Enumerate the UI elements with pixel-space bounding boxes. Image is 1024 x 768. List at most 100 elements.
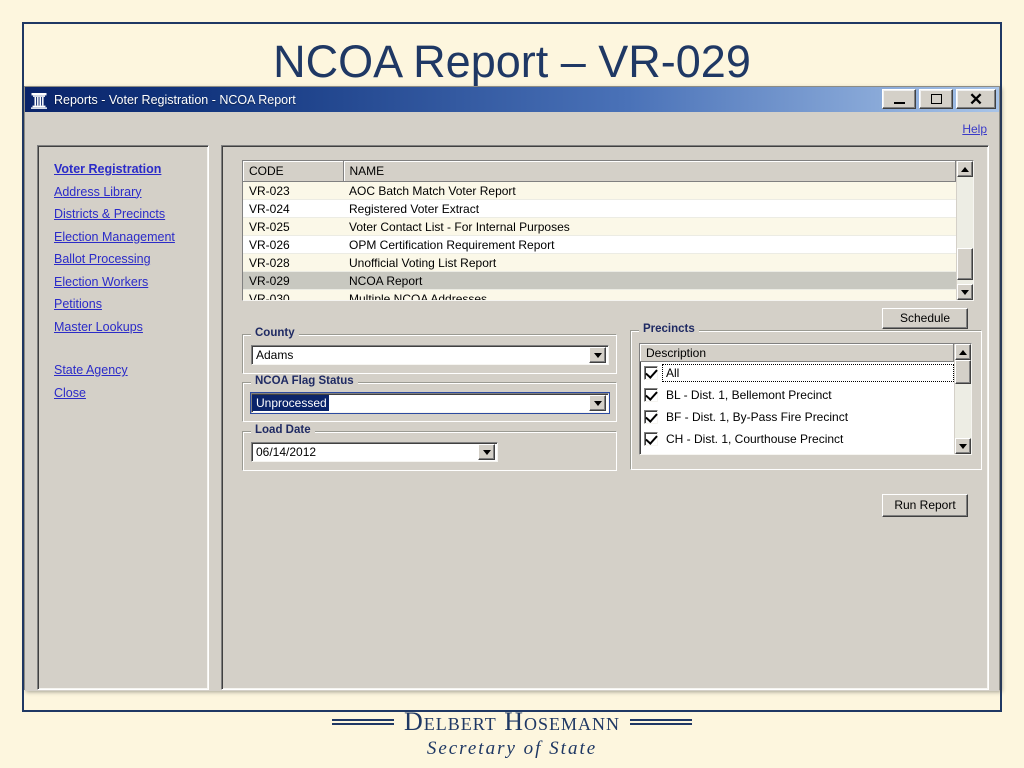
column-header-name[interactable]: NAME [343, 161, 956, 182]
sidebar: Voter Registration Address Library Distr… [37, 145, 209, 690]
window-titlebar[interactable]: Reports - Voter Registration - NCOA Repo… [25, 87, 999, 112]
checkbox-icon[interactable] [644, 366, 658, 380]
cell-name: NCOA Report [343, 271, 956, 290]
window-title: Reports - Voter Registration - NCOA Repo… [54, 92, 296, 107]
precinct-row[interactable]: CH - Dist. 1, Courthouse Precinct [640, 428, 954, 450]
checkbox-icon[interactable] [644, 410, 658, 424]
table-row[interactable]: VR-025 Voter Contact List - For Internal… [243, 217, 956, 236]
precinct-row[interactable]: BL - Dist. 1, Bellemont Precinct [640, 384, 954, 406]
footer-signature: Delbert Hosemann Secretary of State [0, 707, 1024, 760]
help-row: Help [962, 120, 987, 138]
scroll-up-icon[interactable] [957, 161, 973, 177]
minimize-button[interactable] [882, 89, 916, 109]
sidebar-item-election-workers[interactable]: Election Workers [54, 275, 208, 289]
cell-code: VR-024 [243, 199, 343, 218]
cell-name: Voter Contact List - For Internal Purpos… [343, 217, 956, 236]
chevron-down-icon[interactable] [478, 444, 495, 460]
sidebar-item-ballot-processing[interactable]: Ballot Processing [54, 252, 208, 266]
maximize-button[interactable] [919, 89, 953, 109]
scroll-up-icon[interactable] [955, 344, 971, 360]
precinct-label: BP - Dist. 2, Beau Pre Precinct [663, 453, 833, 454]
precinct-row[interactable]: BF - Dist. 1, By-Pass Fire Precinct [640, 406, 954, 428]
precinct-label: BF - Dist. 1, By-Pass Fire Precinct [666, 410, 849, 424]
scroll-thumb[interactable] [955, 360, 971, 384]
main-panel: CODE NAME VR-023 AOC Batch Match Voter R… [221, 145, 989, 690]
ncoa-flag-status-label: NCOA Flag Status [251, 375, 358, 387]
window-controls: ✕ [882, 89, 996, 109]
schedule-button[interactable]: Schedule [882, 308, 968, 329]
footer-name-row: Delbert Hosemann [0, 707, 1024, 737]
scroll-track[interactable] [955, 360, 971, 438]
load-date-value: 06/14/2012 [256, 445, 317, 459]
sidebar-item-districts-precincts[interactable]: Districts & Precincts [54, 207, 208, 221]
cell-name: Unofficial Voting List Report [343, 253, 956, 272]
cell-code: VR-023 [243, 181, 343, 200]
cell-name: Registered Voter Extract [343, 199, 956, 218]
cell-code: VR-029 [243, 271, 343, 290]
precinct-label: CH - Dist. 1, Courthouse Precinct [666, 432, 844, 446]
county-value: Adams [256, 348, 294, 362]
table-row[interactable]: VR-024 Registered Voter Extract [243, 199, 956, 218]
table-row[interactable]: VR-028 Unofficial Voting List Report [243, 253, 956, 272]
sidebar-item-election-management[interactable]: Election Management [54, 230, 208, 244]
table-row[interactable]: VR-026 OPM Certification Requirement Rep… [243, 235, 956, 254]
window-client-area: Help Voter Registration Address Library … [25, 112, 999, 691]
scroll-track[interactable] [957, 177, 973, 284]
precincts-scrollbar[interactable] [954, 344, 971, 454]
report-list-viewport: CODE NAME VR-023 AOC Batch Match Voter R… [243, 161, 956, 300]
county-group: County Adams [242, 327, 617, 374]
ncoa-flag-status-select[interactable]: Unprocessed [250, 392, 610, 414]
help-link[interactable]: Help [962, 122, 987, 136]
scroll-down-icon[interactable] [957, 284, 973, 300]
sidebar-item-voter-registration[interactable]: Voter Registration [54, 162, 208, 176]
checkbox-icon[interactable] [644, 432, 658, 446]
sidebar-item-petitions[interactable]: Petitions [54, 297, 208, 311]
page-title: NCOA Report – VR-029 [273, 36, 751, 87]
precinct-row-all[interactable]: All [640, 362, 954, 384]
footer-rule-right [629, 719, 692, 725]
report-table: CODE NAME VR-023 AOC Batch Match Voter R… [243, 161, 956, 300]
column-header-code[interactable]: CODE [243, 161, 344, 182]
chevron-down-icon[interactable] [589, 395, 606, 411]
cell-code: VR-026 [243, 235, 343, 254]
cell-name: Multiple NCOA Addresses [343, 289, 956, 300]
precincts-group: Precincts Description All BL - Dist. 1, … [630, 323, 982, 470]
chevron-down-icon[interactable] [589, 347, 606, 363]
table-header-row: CODE NAME [243, 161, 956, 182]
table-row[interactable]: VR-030 Multiple NCOA Addresses [243, 289, 956, 300]
cell-code: VR-025 [243, 217, 343, 236]
cell-code: VR-028 [243, 253, 343, 272]
sidebar-separator [54, 342, 208, 363]
scroll-thumb[interactable] [957, 248, 973, 280]
footer-name: Delbert Hosemann [404, 707, 620, 736]
precinct-row[interactable]: BP - Dist. 2, Beau Pre Precinct [640, 450, 954, 454]
precincts-list-viewport: Description All BL - Dist. 1, Bellemont … [640, 344, 954, 454]
report-list-scrollbar[interactable] [956, 161, 973, 300]
load-date-label: Load Date [251, 424, 315, 436]
run-report-button[interactable]: Run Report [882, 494, 968, 517]
county-label: County [251, 327, 299, 339]
table-row-selected[interactable]: VR-029 NCOA Report [243, 271, 956, 290]
table-row[interactable]: VR-023 AOC Batch Match Voter Report [243, 181, 956, 200]
sidebar-item-state-agency[interactable]: State Agency [54, 363, 208, 377]
pillar-icon [29, 90, 49, 110]
checkbox-icon[interactable] [644, 388, 658, 402]
scroll-down-icon[interactable] [955, 438, 971, 454]
sidebar-item-master-lookups[interactable]: Master Lookups [54, 320, 208, 334]
ncoa-flag-status-value: Unprocessed [252, 395, 329, 411]
load-date-select[interactable]: 06/14/2012 [251, 442, 498, 462]
precinct-label: All [662, 364, 954, 382]
footer-rule-left [332, 719, 394, 725]
precinct-label: BL - Dist. 1, Bellemont Precinct [666, 388, 832, 402]
cell-code: VR-030 [243, 289, 343, 300]
precincts-label: Precincts [639, 323, 699, 335]
cell-name: AOC Batch Match Voter Report [343, 181, 956, 200]
county-select[interactable]: Adams [251, 345, 609, 365]
precincts-list: Description All BL - Dist. 1, Bellemont … [639, 343, 972, 455]
report-table-body: VR-023 AOC Batch Match Voter Report VR-0… [243, 181, 956, 300]
close-button[interactable]: ✕ [956, 89, 996, 109]
sidebar-item-address-library[interactable]: Address Library [54, 185, 208, 199]
column-header-description[interactable]: Description [640, 344, 954, 362]
footer-subtitle: Secretary of State [426, 738, 598, 759]
sidebar-item-close[interactable]: Close [54, 386, 208, 400]
